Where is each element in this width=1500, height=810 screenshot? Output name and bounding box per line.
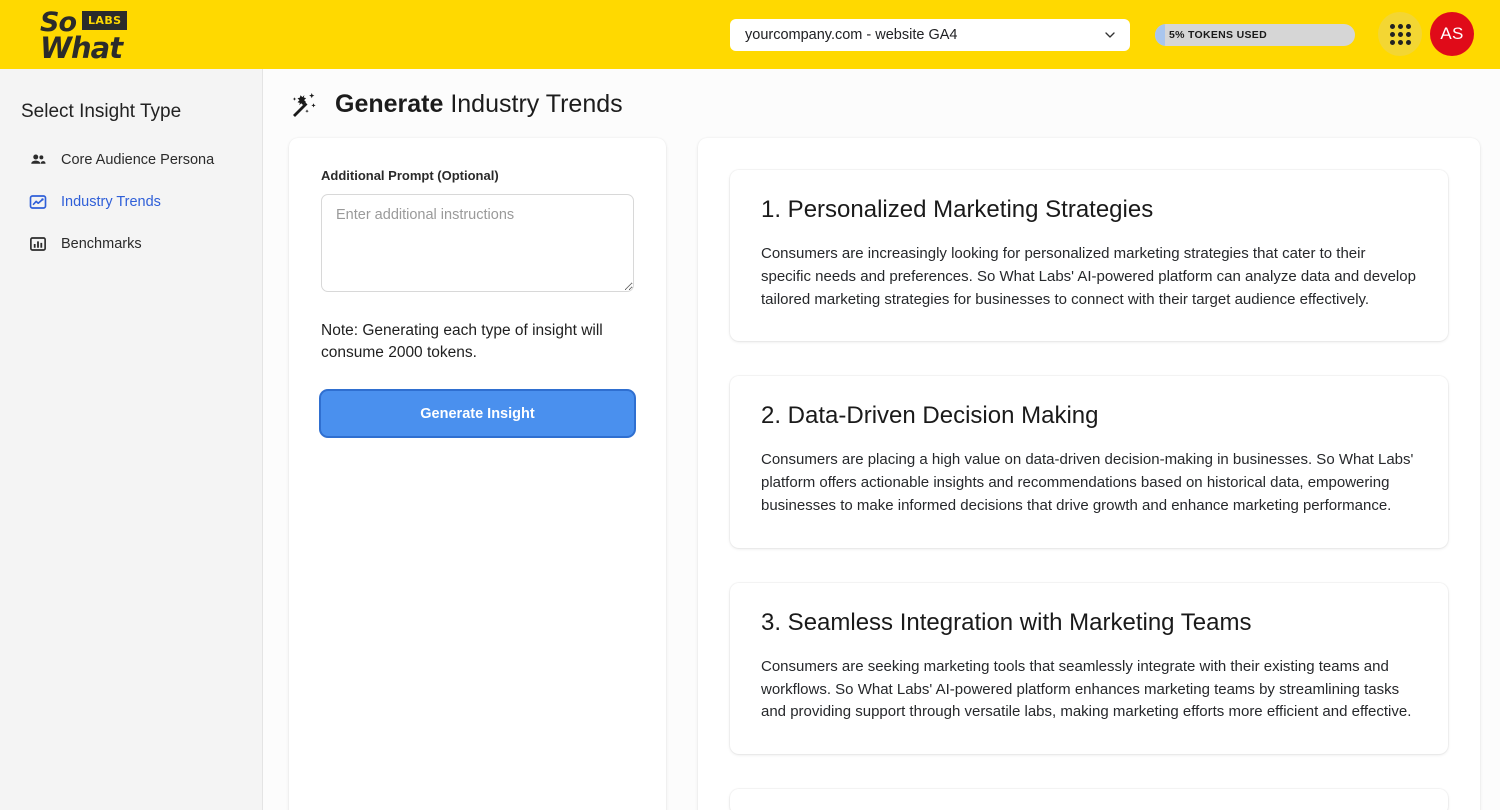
grid-apps-icon[interactable] bbox=[1378, 12, 1422, 56]
apps-dot bbox=[1397, 39, 1403, 45]
page-title: Generate Industry Trends bbox=[335, 90, 623, 119]
sidebar-item-label: Core Audience Persona bbox=[61, 152, 215, 168]
app-header: So LABS What yourcompany.com - website G… bbox=[0, 0, 1500, 69]
chevron-down-icon bbox=[1105, 32, 1115, 38]
apps-dot bbox=[1397, 31, 1403, 37]
avatar[interactable]: AS bbox=[1430, 12, 1474, 56]
additional-prompt-label: Additional Prompt (Optional) bbox=[321, 168, 499, 183]
so-what-labs-logo[interactable]: So LABS What bbox=[40, 7, 132, 65]
tokens-used-meter: 5% TOKENS USED bbox=[1155, 24, 1355, 46]
additional-prompt-input[interactable] bbox=[321, 194, 634, 292]
insight-heading: 1. Personalized Marketing Strategies bbox=[761, 196, 1154, 223]
apps-dot bbox=[1389, 39, 1395, 45]
generate-form-panel: Additional Prompt (Optional) Note: Gener… bbox=[289, 138, 666, 810]
page-title-bold: Generate bbox=[335, 89, 444, 118]
sidebar-title: Select Insight Type bbox=[21, 101, 182, 122]
insight-body: Consumers are seeking marketing tools th… bbox=[761, 657, 1412, 721]
main-content: Generate Industry Trends Additional Prom… bbox=[263, 69, 1500, 810]
insight-heading: 3. Seamless Integration with Marketing T… bbox=[761, 608, 1252, 636]
insight-heading: 2. Data-Driven Decision Making bbox=[761, 402, 1099, 430]
tokens-used-label: 5% TOKENS USED bbox=[1169, 29, 1267, 41]
insight-body: Consumers are placing a high value on da… bbox=[761, 451, 1414, 514]
insight-card: 2. Data-Driven Decision Making Consumers… bbox=[730, 376, 1448, 548]
apps-dot bbox=[1405, 39, 1411, 45]
people-icon bbox=[31, 154, 46, 164]
sidebar-nav-list: Core Audience Persona Industry Trends Be… bbox=[0, 139, 262, 265]
bar-chart-icon bbox=[30, 237, 46, 251]
magic-wand-icon bbox=[292, 93, 316, 117]
sidebar-item-benchmarks[interactable]: Benchmarks bbox=[0, 223, 262, 265]
property-selector[interactable]: yourcompany.com - website GA4 bbox=[730, 19, 1130, 51]
sidebar: Select Insight Type Core Audience Person… bbox=[0, 69, 263, 810]
apps-dot bbox=[1389, 23, 1395, 29]
generate-insight-button[interactable]: Generate Insight bbox=[321, 391, 634, 436]
sidebar-item-label: Industry Trends bbox=[61, 194, 161, 210]
insight-body: Consumers are increasingly looking for p… bbox=[761, 245, 1416, 308]
insight-card bbox=[730, 789, 1448, 810]
property-selector-value: yourcompany.com - website GA4 bbox=[745, 27, 958, 43]
logo-badge-labs: LABS bbox=[82, 11, 128, 30]
avatar-initials: AS bbox=[1440, 24, 1464, 43]
insight-card: 3. Seamless Integration with Marketing T… bbox=[730, 582, 1448, 755]
line-chart-icon bbox=[29, 195, 47, 209]
sidebar-item-industry-trends[interactable]: Industry Trends bbox=[0, 181, 262, 223]
sidebar-item-label: Benchmarks bbox=[61, 236, 142, 252]
content-row: Additional Prompt (Optional) Note: Gener… bbox=[263, 119, 1500, 810]
logo-text-what: What bbox=[40, 31, 123, 65]
sidebar-item-core-audience-persona[interactable]: Core Audience Persona bbox=[0, 139, 262, 181]
insights-results-panel: 1. Personalized Marketing Strategies Con… bbox=[698, 138, 1480, 810]
page-title-row: Generate Industry Trends bbox=[263, 69, 1500, 119]
insight-card: 1. Personalized Marketing Strategies Con… bbox=[730, 170, 1448, 342]
apps-dot bbox=[1405, 23, 1411, 29]
apps-dot bbox=[1397, 23, 1403, 29]
apps-dot bbox=[1405, 31, 1411, 37]
token-consumption-note: Note: Generating each type of insight wi… bbox=[321, 322, 603, 361]
apps-dot bbox=[1389, 31, 1395, 37]
page-title-rest: Industry Trends bbox=[443, 89, 623, 118]
